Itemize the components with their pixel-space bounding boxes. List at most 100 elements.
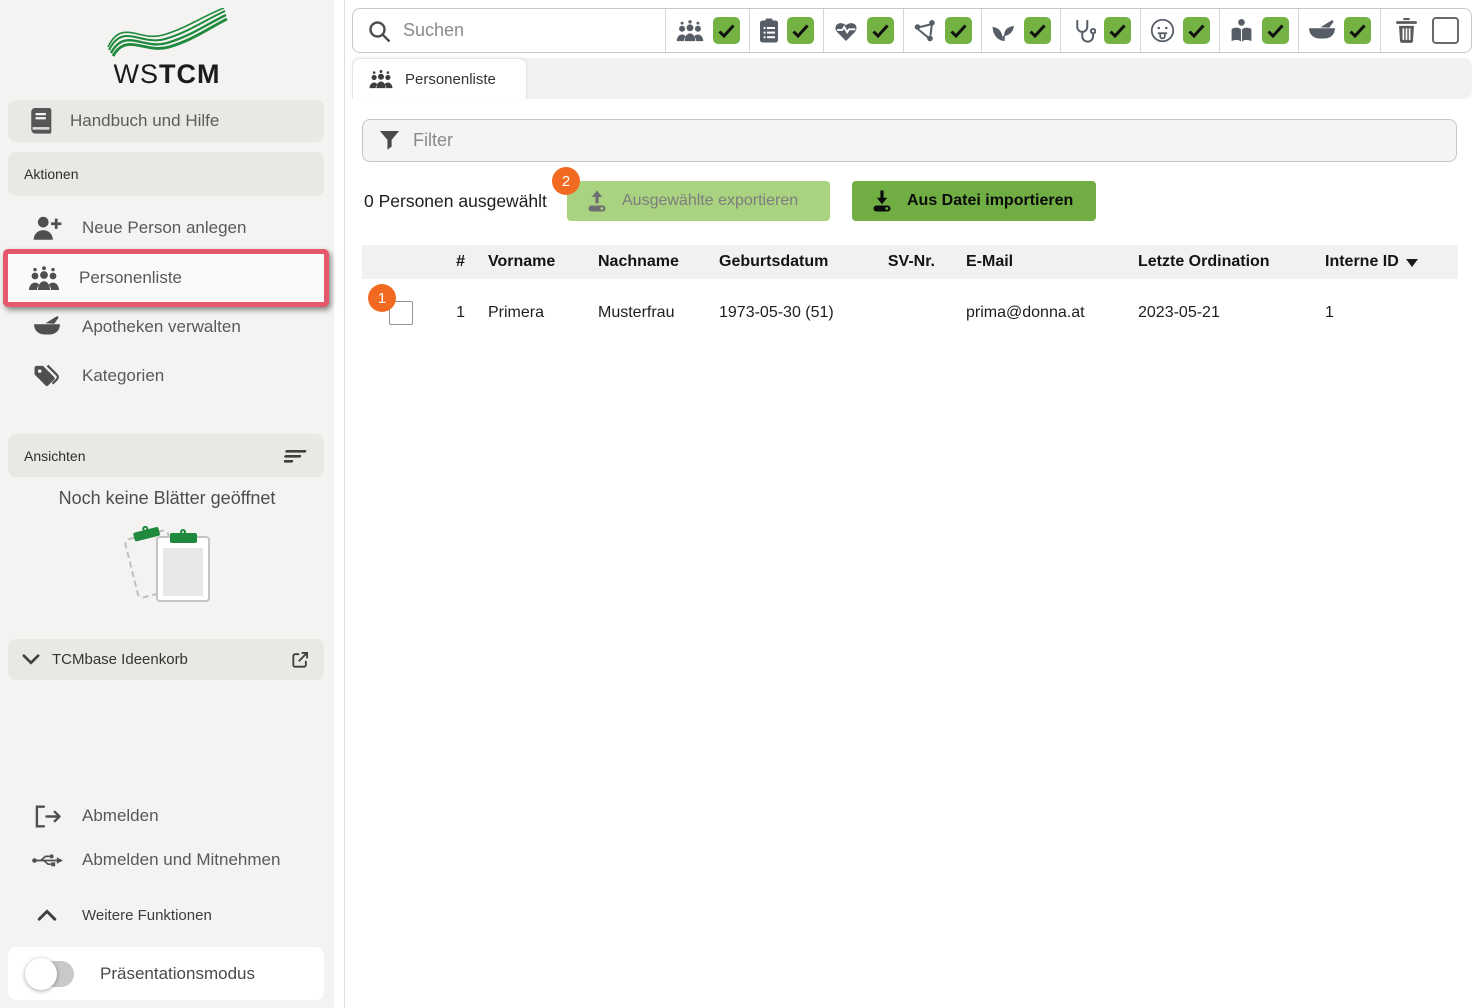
literatur-filter-checkbox[interactable] xyxy=(1262,17,1289,44)
cell-letzte-ordination: 2023-05-21 xyxy=(1125,304,1310,322)
logo-text: WSTCM xyxy=(0,59,334,90)
persons-table: # Vorname Nachname Geburtsdatum SV-Nr. E… xyxy=(362,245,1458,347)
persons-filter-checkbox[interactable] xyxy=(713,17,740,44)
handbuch-hilfe-button[interactable]: Handbuch und Hilfe xyxy=(8,100,324,142)
sidebar-item-kategorien[interactable]: Kategorien xyxy=(8,356,324,396)
sidebar-item-label: Neue Person anlegen xyxy=(82,218,246,238)
chevron-up-icon xyxy=(28,909,66,921)
people-icon xyxy=(675,19,705,42)
reader-icon xyxy=(1229,18,1254,43)
diagnose-filter-checkbox[interactable] xyxy=(1104,17,1131,44)
table-row[interactable]: 1 Primera Musterfrau 1973-05-30 (51) pri… xyxy=(362,279,1458,347)
handbuch-hilfe-label: Handbuch und Hilfe xyxy=(70,111,219,131)
filter-group-vitals xyxy=(823,9,903,52)
share-filter-checkbox[interactable] xyxy=(945,17,972,44)
funnel-icon xyxy=(379,130,400,151)
sidebar-item-label: Apotheken verwalten xyxy=(82,317,241,337)
rezeptur-filter-checkbox[interactable] xyxy=(1344,17,1371,44)
cell-num: 1 xyxy=(445,304,475,322)
sidebar-item-label: Personenliste xyxy=(79,268,182,288)
trash-icon xyxy=(1395,18,1418,43)
filter-group-herbs xyxy=(981,9,1060,52)
header-email[interactable]: E-Mail xyxy=(945,253,1125,271)
sidebar-item-personenliste[interactable]: Personenliste xyxy=(8,254,324,302)
abmelden-mitnehmen-button[interactable]: Abmelden und Mitnehmen xyxy=(8,840,324,880)
import-from-file-button[interactable]: Aus Datei importieren xyxy=(852,181,1096,221)
mortar-pestle-icon xyxy=(28,315,66,339)
abmelden-label: Abmelden xyxy=(82,806,159,826)
herbs-filter-checkbox[interactable] xyxy=(1024,17,1051,44)
tab-personenliste[interactable]: Personenliste xyxy=(352,58,527,99)
ideenkorb-bar[interactable]: TCMbase Ideenkorb xyxy=(8,639,324,680)
header-interne-id[interactable]: Interne ID xyxy=(1310,253,1458,271)
clipboard-front-icon xyxy=(156,536,210,602)
ansichten-header-label: Ansichten xyxy=(24,448,85,464)
table-header-row: # Vorname Nachname Geburtsdatum SV-Nr. E… xyxy=(362,245,1458,279)
header-sv-nr[interactable]: SV-Nr. xyxy=(870,253,945,271)
people-group-icon xyxy=(25,265,63,291)
tab-label: Personenliste xyxy=(405,71,496,88)
abmelden-button[interactable]: Abmelden xyxy=(8,796,324,836)
logout-icon xyxy=(28,805,66,828)
tags-icon xyxy=(28,364,66,389)
header-geburtsdatum[interactable]: Geburtsdatum xyxy=(705,253,870,271)
usb-icon xyxy=(28,852,66,869)
selected-count-text: 0 Personen ausgewählt xyxy=(364,191,547,212)
views-lines-icon[interactable] xyxy=(284,448,308,464)
mortar-icon xyxy=(1308,19,1336,43)
zunge-filter-checkbox[interactable] xyxy=(1183,17,1210,44)
ansichten-header: Ansichten xyxy=(8,434,324,477)
trash-filter-checkbox[interactable] xyxy=(1432,17,1459,44)
chevron-down-icon[interactable] xyxy=(22,654,40,665)
praesentationsmodus-label: Präsentationsmodus xyxy=(100,964,255,984)
header-vorname[interactable]: Vorname xyxy=(475,253,585,271)
praesentationsmodus-toggle[interactable] xyxy=(28,961,74,987)
book-icon xyxy=(30,108,52,134)
filter-group-diagnose xyxy=(1060,9,1140,52)
tongue-face-icon xyxy=(1150,18,1175,43)
download-icon xyxy=(870,189,894,213)
anamnese-filter-checkbox[interactable] xyxy=(787,17,814,44)
external-link-icon[interactable] xyxy=(290,650,310,670)
ideenkorb-label: TCMbase Ideenkorb xyxy=(52,651,278,668)
sort-desc-icon xyxy=(1406,259,1418,267)
cell-nachname: Musterfrau xyxy=(585,304,705,322)
header-num[interactable]: # xyxy=(445,253,475,271)
filter-group-literatur xyxy=(1219,9,1298,52)
clipboard-icon xyxy=(759,18,779,43)
filter-group-zunge xyxy=(1140,9,1219,52)
search-input[interactable] xyxy=(403,20,665,41)
people-group-icon xyxy=(368,69,394,89)
cell-interne-id: 1 xyxy=(1310,304,1458,322)
header-letzte-ordination[interactable]: Letzte Ordination xyxy=(1125,253,1310,271)
search-input-wrap xyxy=(353,9,665,52)
export-selected-button[interactable]: Ausgewählte exportieren xyxy=(567,181,830,221)
sidebar-item-label: Kategorien xyxy=(82,366,164,386)
stethoscope-icon xyxy=(1070,18,1096,43)
filter-input[interactable] xyxy=(413,130,1456,151)
sidebar: WSTCM Handbuch und Hilfe Aktionen xyxy=(0,0,334,1008)
aktionen-header-label: Aktionen xyxy=(24,166,78,182)
filter-group-trash xyxy=(1380,9,1471,52)
import-button-label: Aus Datei importieren xyxy=(907,192,1073,210)
annotation-badge-1: 1 xyxy=(368,284,396,312)
empty-views-text: Noch keine Blätter geöffnet xyxy=(0,488,334,509)
sidebar-item-apotheken[interactable]: Apotheken verwalten xyxy=(8,307,324,347)
sprout-icon xyxy=(991,19,1016,42)
header-nachname[interactable]: Nachname xyxy=(585,253,705,271)
wstcm-logo: WSTCM xyxy=(0,8,334,90)
top-search-bar xyxy=(352,8,1472,53)
weitere-funktionen-button[interactable]: Weitere Funktionen xyxy=(8,895,324,935)
person-plus-icon xyxy=(28,216,66,240)
sidebar-item-neue-person[interactable]: Neue Person anlegen xyxy=(8,208,324,248)
cell-geburtsdatum: 1973-05-30 (51) xyxy=(705,304,870,322)
app-root: WSTCM Handbuch und Hilfe Aktionen xyxy=(0,0,1481,1008)
share-nodes-icon xyxy=(913,19,937,43)
search-icon xyxy=(367,19,391,43)
filter-input-wrap xyxy=(362,119,1457,162)
filter-group-persons xyxy=(665,9,749,52)
abmelden-mitnehmen-label: Abmelden und Mitnehmen xyxy=(82,850,280,870)
tab-bar: Personenliste xyxy=(352,58,1472,99)
vitals-filter-checkbox[interactable] xyxy=(867,17,894,44)
logo-wave-icon xyxy=(103,8,231,58)
